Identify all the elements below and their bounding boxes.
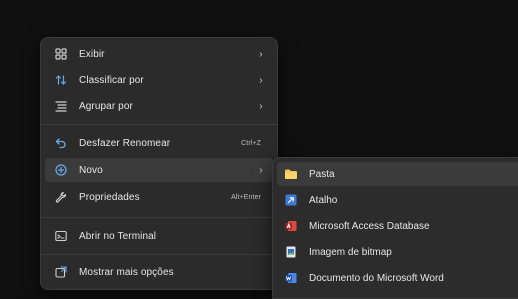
menu-item-label: Abrir no Terminal: [79, 230, 157, 242]
word-document-icon: [283, 270, 299, 286]
access-database-icon: [283, 218, 299, 234]
submenu-item-label: Documento do Microsoft Word: [309, 272, 444, 284]
properties-wrench-icon: [53, 189, 69, 205]
menu-item-label: Agrupar por: [79, 100, 133, 112]
menu-separator: [41, 254, 277, 255]
chevron-right-icon: ›: [259, 74, 263, 86]
menu-separator: [41, 124, 277, 125]
menu-item-new[interactable]: Novo ›: [45, 158, 273, 182]
new-submenu: Pasta Atalho Microsoft Access Database I…: [272, 157, 518, 299]
submenu-item-label: Pasta: [309, 168, 335, 180]
menu-item-undo-rename[interactable]: Desfazer Renomear Ctrl+Z: [45, 131, 273, 155]
menu-item-label: Mostrar mais opções: [79, 266, 174, 278]
submenu-item-shortcut[interactable]: Atalho: [277, 188, 518, 212]
menu-item-properties[interactable]: Propriedades Alt+Enter: [45, 185, 273, 209]
menu-item-view[interactable]: Exibir ›: [45, 42, 273, 66]
submenu-item-word-document[interactable]: Documento do Microsoft Word: [277, 266, 518, 290]
bitmap-image-icon: [283, 244, 299, 260]
menu-item-label: Exibir: [79, 48, 105, 60]
menu-item-group-by[interactable]: Agrupar por ›: [45, 94, 273, 118]
folder-icon: [283, 166, 299, 182]
menu-item-label: Novo: [79, 164, 103, 176]
menu-item-show-more-options[interactable]: Mostrar mais opções: [45, 260, 273, 284]
shortcut-label: Alt+Enter: [231, 193, 261, 201]
more-options-icon: [53, 264, 69, 280]
chevron-right-icon: ›: [259, 100, 263, 112]
submenu-item-label: Atalho: [309, 194, 338, 206]
submenu-item-folder[interactable]: Pasta: [277, 162, 518, 186]
submenu-item-label: Imagem de bitmap: [309, 246, 392, 258]
menu-item-label: Desfazer Renomear: [79, 137, 171, 149]
shortcut-label: Ctrl+Z: [241, 139, 261, 147]
view-grid-icon: [53, 46, 69, 62]
submenu-item-access-database[interactable]: Microsoft Access Database: [277, 214, 518, 238]
menu-item-sort-by[interactable]: Classificar por ›: [45, 68, 273, 92]
new-plus-icon: [53, 162, 69, 178]
menu-item-label: Classificar por: [79, 74, 144, 86]
context-menu: Exibir › Classificar por › Agrupar por ›…: [40, 37, 278, 290]
menu-separator: [41, 217, 277, 218]
menu-item-label: Propriedades: [79, 191, 140, 203]
menu-item-open-terminal[interactable]: Abrir no Terminal: [45, 224, 273, 248]
chevron-right-icon: ›: [259, 164, 263, 176]
undo-icon: [53, 135, 69, 151]
chevron-right-icon: ›: [259, 48, 263, 60]
submenu-item-label: Microsoft Access Database: [309, 220, 430, 232]
submenu-item-bitmap-image[interactable]: Imagem de bitmap: [277, 240, 518, 264]
terminal-icon: [53, 228, 69, 244]
group-icon: [53, 98, 69, 114]
shortcut-icon: [283, 192, 299, 208]
sort-icon: [53, 72, 69, 88]
